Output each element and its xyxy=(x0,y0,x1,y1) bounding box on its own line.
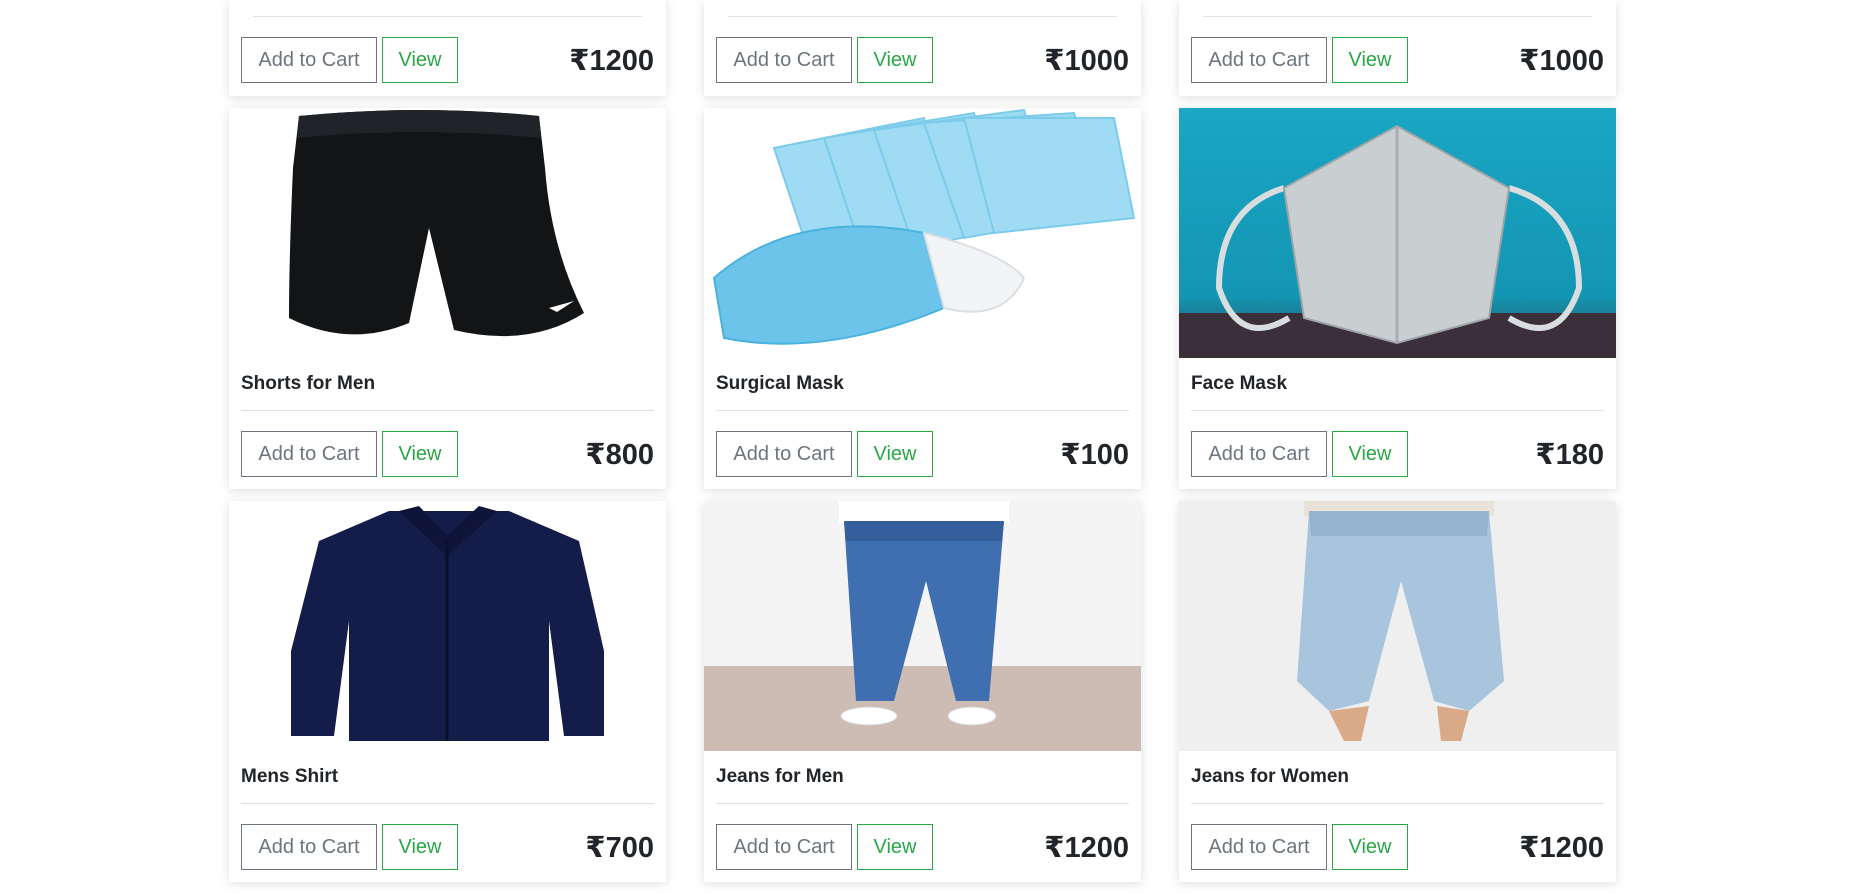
view-button[interactable]: View xyxy=(1332,37,1408,83)
product-title: Jeans for Men xyxy=(716,766,844,787)
view-button[interactable]: View xyxy=(382,431,458,477)
product-card: Jeans for Women Add to Cart View ₹1200 xyxy=(1179,501,1616,882)
add-to-cart-button[interactable]: Add to Cart xyxy=(716,37,852,83)
product-price: ₹180 xyxy=(1535,438,1604,471)
surgical-mask-image[interactable] xyxy=(704,108,1141,358)
card-divider xyxy=(1203,16,1592,17)
product-card: Jeans for Men Add to Cart View ₹1200 xyxy=(704,501,1141,882)
product-card: Add to Cart View ₹1000 xyxy=(704,0,1141,96)
product-title: Surgical Mask xyxy=(716,373,844,394)
add-to-cart-button[interactable]: Add to Cart xyxy=(1191,824,1327,870)
shorts-image[interactable] xyxy=(229,108,666,358)
product-title: Jeans for Women xyxy=(1191,766,1350,787)
add-to-cart-button[interactable]: Add to Cart xyxy=(1191,431,1327,477)
product-card: Add to Cart View ₹1000 xyxy=(1179,0,1616,96)
product-price: ₹1000 xyxy=(1044,44,1129,77)
add-to-cart-button[interactable]: Add to Cart xyxy=(716,824,852,870)
product-card: Face Mask Add to Cart View ₹180 xyxy=(1179,108,1616,489)
product-title: Face Mask xyxy=(1191,373,1288,394)
view-button[interactable]: View xyxy=(1332,824,1408,870)
product-card: Mens Shirt Add to Cart View ₹700 xyxy=(229,501,666,882)
add-to-cart-button[interactable]: Add to Cart xyxy=(241,824,377,870)
add-to-cart-button[interactable]: Add to Cart xyxy=(241,431,377,477)
mens-jeans-image[interactable] xyxy=(704,501,1141,751)
view-button[interactable]: View xyxy=(857,37,933,83)
product-title: Mens Shirt xyxy=(241,766,339,787)
shirt-image[interactable] xyxy=(229,501,666,751)
view-button[interactable]: View xyxy=(1332,431,1408,477)
product-card: Add to Cart View ₹1200 xyxy=(229,0,666,96)
card-divider xyxy=(253,16,642,17)
product-grid: Add to Cart View ₹1200 Add to Cart View … xyxy=(229,0,1617,894)
view-button[interactable]: View xyxy=(382,37,458,83)
product-price: ₹1000 xyxy=(1519,44,1604,77)
view-button[interactable]: View xyxy=(857,431,933,477)
product-card: Shorts for Men Add to Cart View ₹800 xyxy=(229,108,666,489)
product-price: ₹700 xyxy=(585,831,654,864)
product-price: ₹100 xyxy=(1060,438,1129,471)
product-title: Shorts for Men xyxy=(241,373,376,394)
product-card: Surgical Mask Add to Cart View ₹100 xyxy=(704,108,1141,489)
add-to-cart-button[interactable]: Add to Cart xyxy=(241,37,377,83)
view-button[interactable]: View xyxy=(857,824,933,870)
card-divider xyxy=(728,16,1117,17)
product-price: ₹800 xyxy=(585,438,654,471)
view-button[interactable]: View xyxy=(382,824,458,870)
add-to-cart-button[interactable]: Add to Cart xyxy=(716,431,852,477)
product-price: ₹1200 xyxy=(1519,831,1604,864)
face-mask-image[interactable] xyxy=(1179,108,1616,358)
womens-jeans-image[interactable] xyxy=(1179,501,1616,751)
product-price: ₹1200 xyxy=(569,44,654,77)
add-to-cart-button[interactable]: Add to Cart xyxy=(1191,37,1327,83)
product-price: ₹1200 xyxy=(1044,831,1129,864)
